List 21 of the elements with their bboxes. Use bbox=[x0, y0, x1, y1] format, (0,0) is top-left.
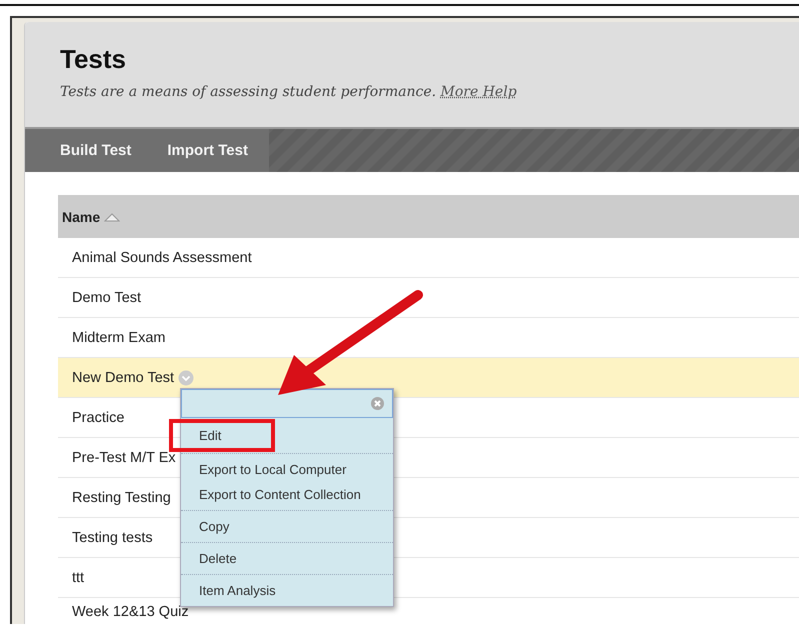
menu-item[interactable]: Export to Content Collection bbox=[181, 482, 393, 507]
more-help-link[interactable]: More Help bbox=[440, 84, 517, 100]
chevron-down-icon[interactable] bbox=[178, 370, 194, 386]
close-icon[interactable] bbox=[371, 397, 384, 410]
table-row[interactable]: Animal Sounds Assessment bbox=[58, 238, 799, 278]
test-name[interactable]: Demo Test bbox=[72, 290, 142, 306]
test-name[interactable]: Midterm Exam bbox=[72, 330, 166, 346]
test-name[interactable]: Pre-Test M/T Ex bbox=[72, 450, 176, 466]
test-name[interactable]: ttt bbox=[72, 570, 84, 586]
table-row[interactable]: Demo Test bbox=[58, 278, 799, 318]
test-name[interactable]: Resting Testing bbox=[72, 490, 171, 506]
column-header[interactable]: Name bbox=[62, 208, 100, 224]
test-name[interactable]: Testing tests bbox=[72, 530, 153, 546]
page-description: Tests are a means of assessing student performance. More Help bbox=[60, 84, 518, 100]
page-title: Tests bbox=[60, 43, 127, 76]
test-name[interactable]: Animal Sounds Assessment bbox=[72, 250, 252, 266]
test-name[interactable]: Practice bbox=[72, 410, 124, 426]
table-row[interactable]: New Demo Test bbox=[58, 358, 799, 398]
sort-ascending-icon[interactable] bbox=[104, 212, 120, 222]
test-name[interactable]: New Demo Test bbox=[72, 370, 174, 386]
test-name[interactable]: Week 12&13 Quiz bbox=[72, 604, 189, 620]
